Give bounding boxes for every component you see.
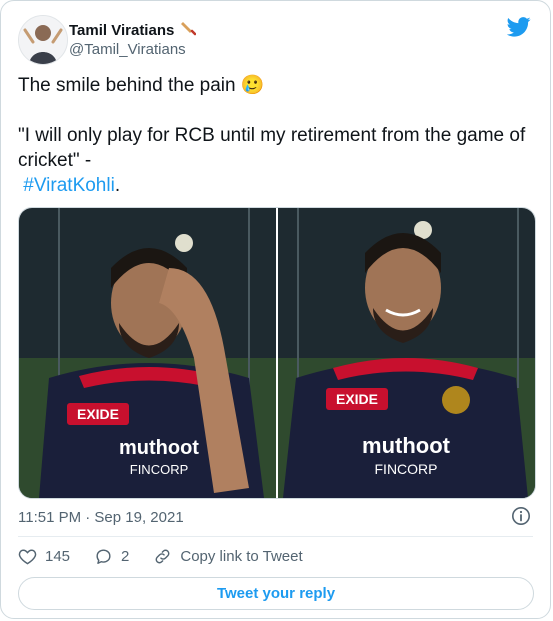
tweet-line-1: The smile behind the pain 🥲 (18, 75, 265, 96)
info-icon[interactable] (511, 506, 531, 526)
photo-1[interactable]: EXIDE muthoot FINCORP (19, 208, 276, 498)
tweet-quote: "I will only play for RCB until my retir… (18, 125, 531, 171)
twitter-bird-icon[interactable] (506, 16, 531, 38)
heart-icon (18, 549, 37, 565)
author-handle[interactable]: @Tamil_Viratians (69, 41, 186, 58)
cricket-bat-icon (180, 20, 197, 40)
tweet-timestamp[interactable]: 11:51 PM · Sep 19, 2021 (18, 509, 184, 526)
link-icon (155, 549, 170, 564)
like-count: 145 (45, 548, 71, 565)
like-button[interactable]: 145 (18, 547, 70, 566)
hashtag-link[interactable]: #ViratKohli (23, 175, 115, 196)
photo-1-sponsor-sub: FINCORP (130, 462, 189, 477)
reply-button[interactable]: 2 (94, 547, 129, 566)
copy-link-label: Copy link to Tweet (180, 548, 303, 565)
divider (18, 536, 533, 537)
action-bar: 145 2 Copy link to Tweet (18, 547, 327, 566)
photo-2-brand: EXIDE (336, 391, 378, 407)
author-name[interactable]: Tamil Viratians (69, 22, 174, 39)
photo-1-sponsor: muthoot (119, 437, 199, 459)
photo-2-sponsor: muthoot (362, 433, 451, 458)
photo-1-brand: EXIDE (77, 406, 119, 422)
photo-2[interactable]: EXIDE muthoot FINCORP (278, 208, 535, 498)
reply-count: 2 (121, 548, 130, 565)
media-grid: EXIDE muthoot FINCORP EXIDE muthoot FINC… (18, 207, 536, 499)
tweet-trailing: . (114, 175, 121, 196)
reply-bubble-icon (96, 549, 111, 564)
author-name-row[interactable]: Tamil Viratians (69, 20, 197, 40)
avatar[interactable] (18, 15, 68, 65)
photo-2-sponsor-sub: FINCORP (375, 461, 438, 477)
tweet-text: The smile behind the pain 🥲 "I will only… (18, 73, 538, 198)
tweet-reply-button[interactable]: Tweet your reply (18, 577, 534, 610)
tweet-card[interactable]: Tamil Viratians @Tamil_Viratians The smi… (0, 0, 551, 619)
copy-link-button[interactable]: Copy link to Tweet (153, 547, 303, 566)
